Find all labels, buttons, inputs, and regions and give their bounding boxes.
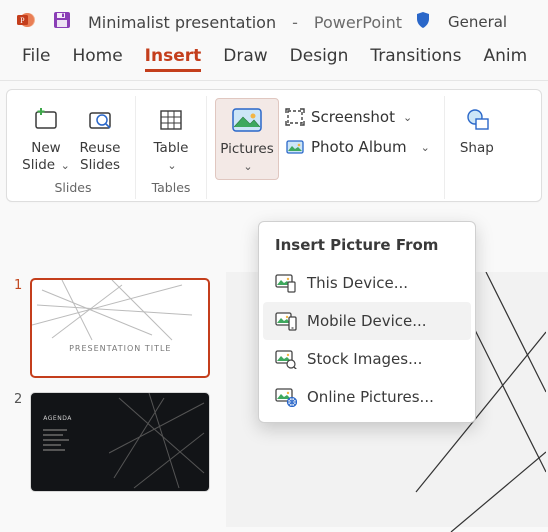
slide-thumb-2[interactable]: 2 AGENDA <box>14 392 216 492</box>
screenshot-button[interactable]: Screenshot ⌄ <box>281 104 416 130</box>
slide-number: 2 <box>14 392 22 492</box>
screenshot-icon <box>285 108 305 126</box>
insert-picture-dropdown: Insert Picture From This Device... Mobil… <box>258 221 476 423</box>
powerpoint-logo-icon: P <box>16 10 36 34</box>
photo-album-label: Photo Album <box>311 138 407 156</box>
chevron-down-icon: ⌄ <box>57 159 70 172</box>
tab-animations[interactable]: Anim <box>483 46 527 72</box>
slide-number: 1 <box>14 278 22 378</box>
slide2-title: AGENDA <box>43 415 72 422</box>
chevron-down-icon: ⌄ <box>403 111 412 124</box>
tab-insert[interactable]: Insert <box>145 46 202 72</box>
pictures-label: Pictures <box>220 141 273 157</box>
slide-thumb-1[interactable]: 1 PRESENTATION TITLE <box>14 278 216 378</box>
photo-album-icon <box>285 138 305 156</box>
photo-album-button[interactable]: Photo Album ⌄ <box>281 134 434 160</box>
new-slide-button[interactable]: New Slide ⌄ <box>19 98 73 178</box>
tab-design[interactable]: Design <box>290 46 349 72</box>
group-slides-label: Slides <box>54 180 91 197</box>
group-tables-label: Tables <box>152 180 191 197</box>
group-images: Pictures ⌄ Screenshot ⌄ Photo Album ⌄ <box>207 96 444 199</box>
stock-images-icon <box>275 349 297 369</box>
tab-draw[interactable]: Draw <box>223 46 267 72</box>
title-separator: - <box>292 13 298 32</box>
group-shapes: Shap <box>444 96 509 199</box>
menu-item-label: Online Pictures... <box>307 388 434 406</box>
this-device-icon <box>275 273 297 293</box>
doc-name[interactable]: Minimalist presentation <box>88 13 276 32</box>
reuse-slides-button[interactable]: Reuse Slides <box>73 98 127 178</box>
slide1-title: PRESENTATION TITLE <box>32 344 208 353</box>
slide-thumb[interactable]: AGENDA <box>30 392 210 492</box>
title-bar: P Minimalist presentation - PowerPoint G… <box>0 0 548 46</box>
ribbon-body: New Slide ⌄ Reuse Slides Slides Table ⌄ T… <box>6 89 542 202</box>
slide-thumb[interactable]: PRESENTATION TITLE <box>30 278 210 378</box>
reuse-slides-label: Reuse Slides <box>75 140 125 174</box>
tab-file[interactable]: File <box>22 46 50 72</box>
shapes-label: Shap <box>460 140 494 157</box>
chevron-down-icon: ⌄ <box>167 159 176 172</box>
app-name: PowerPoint <box>314 13 402 32</box>
menu-item-label: This Device... <box>307 274 408 292</box>
tab-transitions[interactable]: Transitions <box>370 46 461 72</box>
tab-home[interactable]: Home <box>72 46 122 72</box>
dropdown-header: Insert Picture From <box>263 230 471 264</box>
online-pictures-icon <box>275 387 297 407</box>
chevron-down-icon: ⌄ <box>243 160 252 173</box>
group-tables: Table ⌄ Tables <box>136 96 207 199</box>
shapes-button[interactable]: Shap <box>453 98 501 161</box>
table-button[interactable]: Table ⌄ <box>144 98 198 178</box>
screenshot-label: Screenshot <box>311 108 395 126</box>
ribbon-tabs: File Home Insert Draw Design Transitions… <box>0 46 548 81</box>
shield-icon <box>414 11 432 33</box>
svg-text:P: P <box>20 16 25 25</box>
menu-item-online-pictures[interactable]: Online Pictures... <box>263 378 471 416</box>
mobile-device-icon <box>275 311 297 331</box>
save-icon[interactable] <box>52 10 72 34</box>
chevron-down-icon: ⌄ <box>421 141 430 154</box>
menu-item-label: Stock Images... <box>307 350 422 368</box>
group-slides: New Slide ⌄ Reuse Slides Slides <box>11 96 136 199</box>
menu-item-this-device[interactable]: This Device... <box>263 264 471 302</box>
menu-item-stock-images[interactable]: Stock Images... <box>263 340 471 378</box>
sensitivity-label[interactable]: General <box>448 13 507 31</box>
table-label: Table <box>154 140 189 156</box>
menu-item-label: Mobile Device... <box>307 312 427 330</box>
slide-panel: 1 PRESENTATION TITLE 2 AGENDA <box>0 272 226 527</box>
pictures-button[interactable]: Pictures ⌄ <box>215 98 279 180</box>
menu-item-mobile-device[interactable]: Mobile Device... <box>263 302 471 340</box>
new-slide-label: New Slide <box>22 140 61 173</box>
